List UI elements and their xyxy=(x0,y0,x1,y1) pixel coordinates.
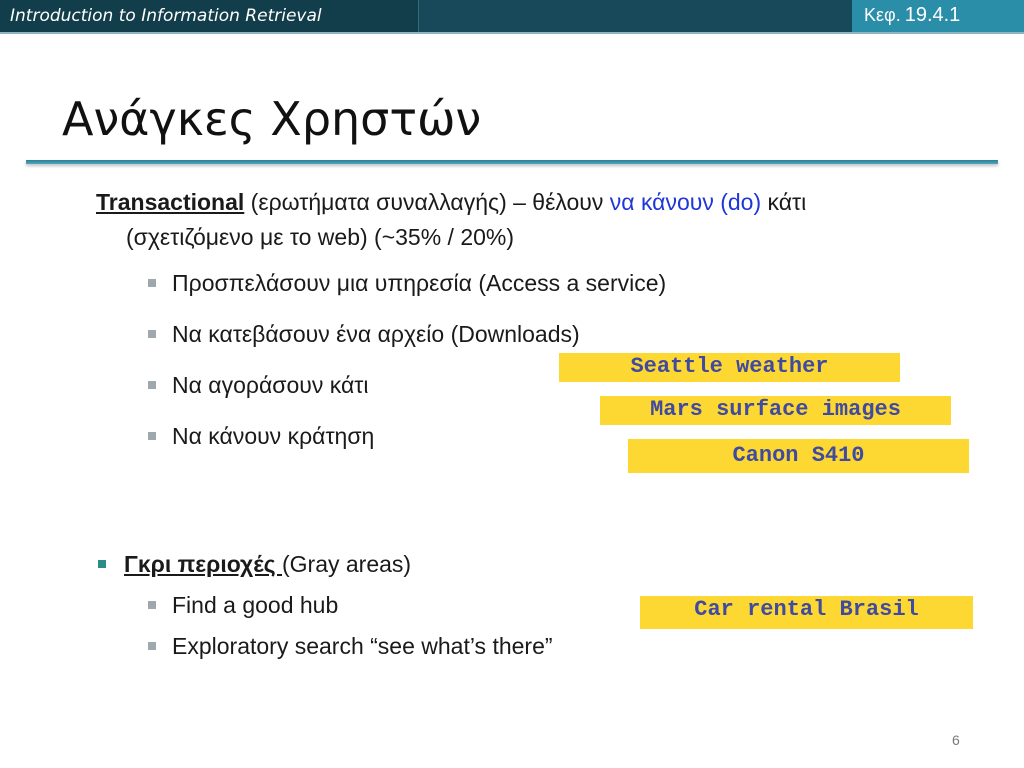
list-item-text: Να κάνουν κράτηση xyxy=(172,423,375,449)
bullet-square-icon xyxy=(148,601,156,609)
gray-areas-term: Γκρι περιοχές xyxy=(124,551,282,577)
query-box: Mars surface images xyxy=(600,396,951,425)
transactional-term: Transactional xyxy=(96,189,245,215)
gray-areas-text: (Gray areas) xyxy=(282,551,412,577)
query-box: Seattle weather xyxy=(559,353,900,382)
title-rule xyxy=(26,160,998,164)
transactional-paragraph: Transactional (ερωτήματα συναλλαγής) – θ… xyxy=(96,185,926,255)
transactional-text-before: (ερωτήματα συναλλαγής) – θέλουν xyxy=(244,189,610,215)
course-title: Introduction to Information Retrieval xyxy=(10,6,322,26)
bullet-teal-icon xyxy=(98,560,106,568)
chapter-prefix: Κεφ. xyxy=(864,5,901,25)
list-item-text: Να κατεβάσουν ένα αρχείο (Downloads) xyxy=(172,321,580,347)
list-item: Exploratory search “see what’s there” xyxy=(148,633,553,660)
list-item: Προσπελάσουν μια υπηρεσία (Access a serv… xyxy=(148,270,666,297)
bullet-square-icon xyxy=(148,279,156,287)
bullet-square-icon xyxy=(148,330,156,338)
chapter-label: Κεφ. 19.4.1 xyxy=(864,4,960,27)
header-chapter-panel: Κεφ. 19.4.1 xyxy=(852,0,1024,32)
transactional-line2: (σχετιζόμενο με το web) (~35% / 20%) xyxy=(126,224,515,250)
query-box: Car rental Brasil xyxy=(640,596,973,629)
bullet-square-icon xyxy=(148,432,156,440)
list-item-text: Find a good hub xyxy=(172,592,339,618)
page-number: 6 xyxy=(952,732,960,748)
list-item: Να κατεβάσουν ένα αρχείο (Downloads) xyxy=(148,321,580,348)
list-item-text: Προσπελάσουν μια υπηρεσία (Access a serv… xyxy=(172,270,667,296)
list-item-text: Exploratory search “see what’s there” xyxy=(172,633,553,659)
header-divider xyxy=(0,32,1024,34)
gray-areas-item: Γκρι περιοχές (Gray areas) xyxy=(98,551,411,578)
slide-title: Ανάγκες Χρηστών xyxy=(62,92,482,146)
transactional-text-after: κάτι xyxy=(761,189,807,215)
list-item-text: Να αγοράσουν κάτι xyxy=(172,372,369,398)
bullet-square-icon xyxy=(148,381,156,389)
list-item: Να αγοράσουν κάτι xyxy=(148,372,368,399)
transactional-highlight: να κάνουν (do) xyxy=(609,189,762,215)
list-item: Να κάνουν κράτηση xyxy=(148,423,374,450)
list-item: Find a good hub xyxy=(148,592,338,619)
bullet-square-icon xyxy=(148,642,156,650)
query-box: Canon S410 xyxy=(628,439,969,473)
chapter-number: 19.4.1 xyxy=(904,4,961,26)
header-bar: Introduction to Information Retrieval Κε… xyxy=(0,0,1024,32)
header-left-panel: Introduction to Information Retrieval xyxy=(0,0,419,32)
